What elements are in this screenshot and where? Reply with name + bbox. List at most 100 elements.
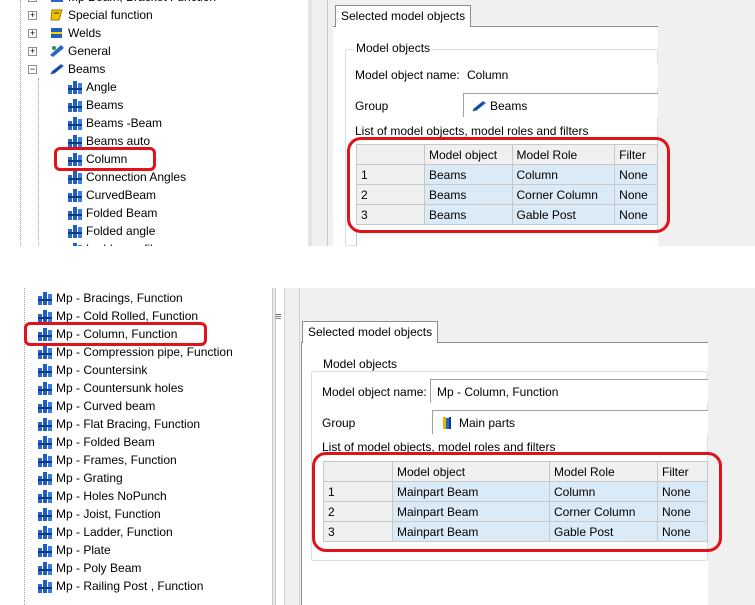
tree-item-label: Beams -Beam [86,116,163,130]
top-group-label: Group [355,99,389,113]
tree-item-label: Folded Beam [86,206,158,220]
bottom-tree-item[interactable]: Mp - Frames, Function [36,451,177,469]
beams-group-icon [48,61,66,77]
model-object-icon [66,187,84,203]
model-object-icon [36,524,54,540]
tree-item-label: Mp - Grating [56,471,123,485]
top-table-highlight-ring [347,137,670,233]
tree-item-label: Mp Beam, Bracket Function [68,0,216,4]
top-tree-item[interactable]: Beams -Beam [66,114,162,132]
tree-item-label: Angle [86,80,117,94]
model-object-icon [36,344,54,360]
tree-item-label: Mp - Countersink [56,363,148,377]
bottom-name-field[interactable]: Mp - Column, Function [430,379,708,403]
tree-item-label: Welds [68,26,102,40]
bottom-tree-item[interactable]: Mp - Plate [36,541,111,559]
top-tree-item[interactable]: Angle [66,78,117,96]
model-object-icon [36,452,54,468]
tree-item-label: Mp - Plate [56,543,111,557]
top-tree-item[interactable]: Welds [48,24,101,42]
top-group-title: Model objects [354,41,433,55]
bottom-tree-item[interactable]: Mp - Compression pipe, Function [36,343,233,361]
bottom-tree-item[interactable]: Mp - Bracings, Function [36,289,183,307]
bottom-splitter[interactable] [272,288,276,605]
model-object-icon [36,488,54,504]
top-tree-item[interactable]: Beams [48,60,105,78]
model-object-icon [36,542,54,558]
general-icon [48,43,66,59]
top-tree-item[interactable]: Special function [48,6,153,24]
bottom-tree-item[interactable]: Mp - Railing Post , Function [36,577,203,595]
bottom-group-field[interactable]: Main parts [432,410,708,434]
welds-icon [48,25,66,41]
tree-item-label: Mp - Curved beam [56,399,156,413]
model-object-icon [66,115,84,131]
top-group-field[interactable]: Beams [463,93,658,117]
main-parts-icon [439,415,457,431]
bottom-group-title: Model objects [321,357,400,371]
special-function-icon [48,7,66,23]
top-tree-item[interactable]: Beams [66,96,123,114]
top-tree-item[interactable]: General [48,42,111,60]
top-name-field[interactable]: Column [461,63,658,87]
tree-item-label: Folded angle [86,224,156,238]
tree-item-label: Mp - Compression pipe, Function [56,345,233,359]
expand-icon[interactable]: + [28,47,37,56]
expand-icon[interactable]: + [28,0,37,2]
model-object-icon [36,470,54,486]
tree-item-label: Mp - Frames, Function [56,453,177,467]
tree-item-label: Mp - Bracings, Function [56,291,183,305]
top-tab-selected-model-objects[interactable]: Selected model objects [335,5,472,27]
bottom-tree-item[interactable]: Mp - Curved beam [36,397,155,415]
tree-item-label: Mp - Cold Rolled, Function [56,309,199,323]
tree-item-label: Mp - Folded Beam [56,435,155,449]
bottom-name-label: Model object name: [322,385,427,399]
screenshot-gap [0,246,755,288]
bottom-tree-item[interactable]: Mp - Poly Beam [36,559,141,577]
model-object-icon [66,223,84,239]
top-group-value: Beams [490,98,528,113]
collapse-icon[interactable]: − [28,65,37,74]
top-tree-item[interactable]: CurvedBeam [66,186,156,204]
model-object-icon [36,362,54,378]
model-object-icon [36,380,54,396]
top-tree-item[interactable]: Folded Beam [66,204,157,222]
tree-item-label: CurvedBeam [86,188,157,202]
top-tree-item[interactable]: Folded angle [66,222,155,240]
bottom-tree-item[interactable]: Mp - Grating [36,469,123,487]
model-object-icon [36,398,54,414]
model-object-icon [36,506,54,522]
beams-group-icon [470,98,488,114]
top-name-label: Model object name: [355,68,460,82]
tree-item-label: Beams auto [86,134,151,148]
expand-icon[interactable]: + [28,29,37,38]
bottom-tree-item[interactable]: Mp - Countersunk holes [36,379,183,397]
bottom-tab-selected-model-objects[interactable]: Selected model objects [302,321,439,343]
model-object-icon [66,97,84,113]
tree-item-label: Beams [86,98,124,112]
bottom-tree-item[interactable]: Mp - Folded Beam [36,433,155,451]
top-list-label: List of model objects, model roles and f… [355,124,589,138]
bottom-scroll-rail[interactable] [284,288,300,605]
model-object-icon [36,290,54,306]
model-object-icon [36,578,54,594]
bottom-model-tree: Mp - Bracings, Function Mp - Cold Rolled,… [0,288,272,605]
tree-item-label: General [68,44,111,58]
tree-item-label: Mp - Countersunk holes [56,381,184,395]
bottom-tree-item[interactable]: Mp - Joist, Function [36,505,161,523]
top-tree-item[interactable]: Connection Angles [66,168,186,186]
expand-icon[interactable]: + [28,11,37,20]
bottom-tree-item[interactable]: Mp - Flat Bracing, Function [36,415,200,433]
bottom-tree-item[interactable]: Mp - Countersink [36,361,147,379]
model-object-icon [66,169,84,185]
splitter-grip-icon: ≡ [275,311,282,323]
model-object-icon [36,560,54,576]
top-model-tree: + Mp Beam, Bracket Function + Special funct… [0,0,308,246]
bottom-tree-item[interactable]: Mp - Holes NoPunch [36,487,167,505]
bottom-table-highlight-ring [312,452,722,552]
bottom-group-value: Main parts [459,415,516,430]
tree-item-label: Mp - Holes NoPunch [56,489,167,503]
top-left-scrollbar[interactable] [312,0,328,246]
tree-item-label: Connection Angles [86,170,187,184]
bottom-tree-item[interactable]: Mp - Ladder, Function [36,523,173,541]
